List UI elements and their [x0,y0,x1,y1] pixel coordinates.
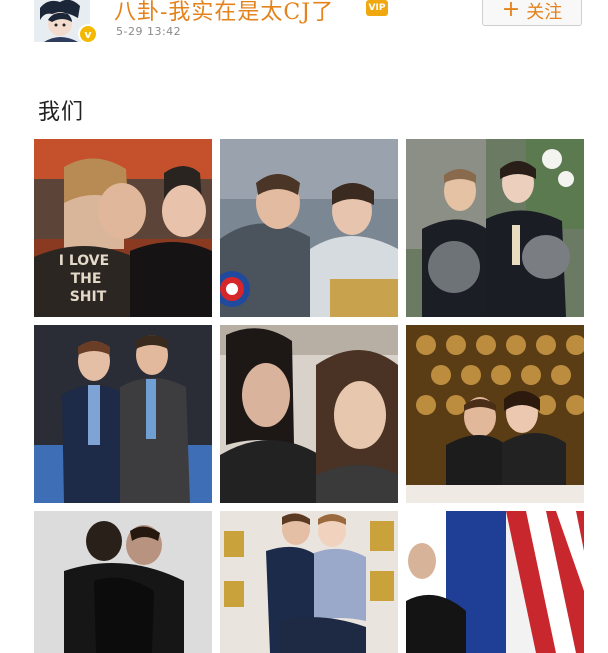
photo-5[interactable] [220,325,398,503]
photo-3[interactable] [406,139,584,317]
photo-9[interactable] [406,511,584,653]
photo-4[interactable] [34,325,212,503]
verified-badge-icon: v [78,24,98,44]
photo-2[interactable] [220,139,398,317]
photo-6[interactable] [406,325,584,503]
post-timestamp[interactable]: 5-29 13:42 [116,25,181,38]
svg-text:I LOVE: I LOVE [59,253,109,269]
post-text: 我们 [38,100,85,125]
username[interactable]: 八卦-我实在是太CJ了 [114,0,334,26]
weibo-post: v 八卦-我实在是太CJ了 VIP 5-29 13:42 + 关注 我们 I L… [0,0,608,653]
svg-text:THE: THE [71,271,102,287]
follow-button-label: 关注 [526,2,563,23]
photo-7[interactable] [34,511,212,653]
vip-badge-icon: VIP [366,0,388,16]
photo-8[interactable] [220,511,398,653]
follow-button[interactable]: + 关注 [482,0,582,26]
photo-1[interactable]: I LOVE THE SHIT [34,139,212,317]
svg-text:SHIT: SHIT [70,289,107,305]
plus-icon: + [501,0,521,22]
